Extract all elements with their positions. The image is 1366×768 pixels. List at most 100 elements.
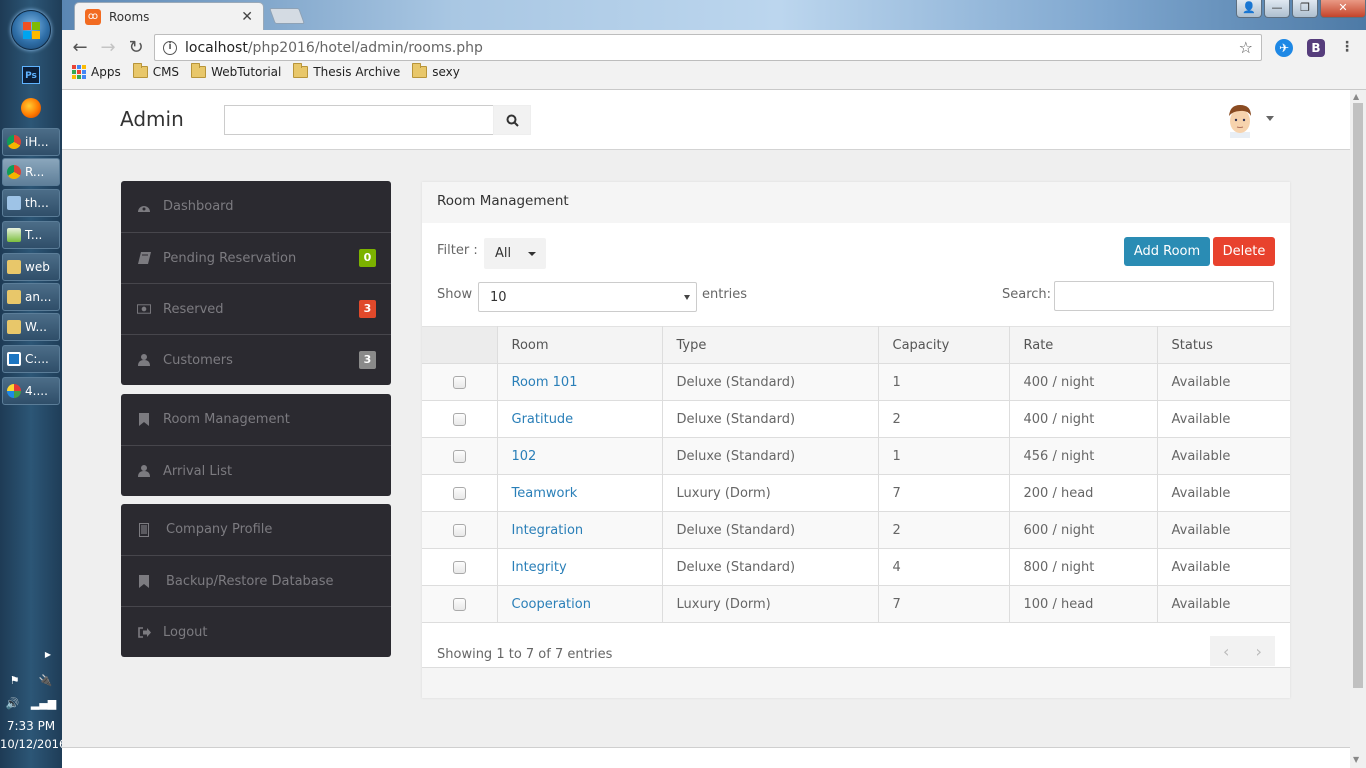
room-rate: 400 / night [1008,363,1158,401]
chrome-menu-icon[interactable]: ⋮ [1338,39,1356,57]
column-header-room[interactable]: Room [496,326,663,364]
room-type: Deluxe (Standard) [661,548,879,586]
close-tab-icon[interactable]: ✕ [241,9,253,25]
bookmark-star-icon[interactable]: ☆ [1239,38,1253,57]
room-link[interactable]: Teamwork [512,486,578,501]
app-icon [7,228,21,242]
table-row: Cooperation Luxury (Dorm) 7 100 / head A… [422,585,1290,623]
bookmarks-bar: Apps CMS WebTutorial Thesis Archive sexy [72,63,460,79]
sidebar-item-arrival-list[interactable]: Arrival List [121,445,391,496]
taskbar-task[interactable]: T... [2,221,60,249]
bookmark-sexy[interactable]: sexy [412,63,460,79]
row-checkbox[interactable] [452,560,466,574]
reserved-count-badge: 3 [359,300,376,318]
task-label: T... [25,228,43,242]
column-header-type[interactable]: Type [661,326,879,364]
profile-icon[interactable]: 👤 [1236,0,1262,18]
start-button[interactable] [11,10,51,50]
column-header-capacity[interactable]: Capacity [877,326,1010,364]
sidebar-item-reserved[interactable]: Reserved 3 [121,283,391,334]
show-hidden-icons-button[interactable]: ▶ [44,650,52,659]
taskbar-task[interactable]: an... [2,283,60,311]
restore-button[interactable]: ❐ [1292,0,1318,18]
row-checkbox[interactable] [452,375,466,389]
folder-icon [293,63,309,78]
close-window-button[interactable]: ✕ [1320,0,1366,18]
clock-date[interactable]: 10/12/2016 [0,737,66,751]
reload-button[interactable]: ↻ [124,37,148,58]
bootstrap-extension-icon[interactable]: B [1307,39,1325,57]
bookmark-thesis-archive[interactable]: Thesis Archive [293,63,400,79]
table-search-input[interactable] [1054,281,1274,311]
sidebar-item-company-profile[interactable]: Company Profile [121,504,391,555]
user-avatar[interactable] [1224,102,1256,138]
photoshop-icon[interactable]: Ps [22,66,40,84]
browser-tab[interactable]: ꝏ Rooms ✕ [74,2,264,30]
sidebar-item-room-management[interactable]: Room Management [121,394,391,445]
taskbar-task[interactable]: R... [2,158,60,186]
delete-button[interactable]: Delete [1213,237,1275,266]
room-status: Available [1156,548,1290,586]
user-menu-caret-icon[interactable] [1266,116,1274,121]
sidebar-item-backup-restore[interactable]: Backup/Restore Database [121,555,391,606]
next-page-button[interactable]: › [1256,642,1262,661]
entries-per-page-select[interactable]: 10 [478,282,697,312]
taskbar-task[interactable]: W... [2,313,60,341]
room-capacity: 7 [877,585,1010,623]
room-status: Available [1156,474,1290,512]
page-scrollbar[interactable]: ▲ ▼ [1350,90,1366,768]
column-header-select[interactable] [422,326,498,364]
sidebar-item-pending-reservation[interactable]: Pending Reservation 0 [121,232,391,283]
firefox-icon[interactable] [21,98,41,118]
back-button[interactable]: ← [68,37,92,58]
brand-title[interactable]: Admin [120,107,184,131]
sidebar-item-logout[interactable]: Logout [121,606,391,657]
forward-button[interactable]: → [96,37,120,58]
clock-time[interactable]: 7:33 PM [0,719,62,733]
row-checkbox[interactable] [452,412,466,426]
taskbar-task[interactable]: th... [2,189,60,217]
room-link[interactable]: Cooperation [512,597,591,612]
row-checkbox[interactable] [452,449,466,463]
column-header-status[interactable]: Status [1156,326,1290,364]
column-header-rate[interactable]: Rate [1008,326,1158,364]
scroll-down-icon[interactable]: ▼ [1353,755,1359,764]
bookmark-cms[interactable]: CMS [132,63,179,79]
sidebar-item-dashboard[interactable]: Dashboard [121,181,391,232]
taskbar-task[interactable]: web [2,253,60,281]
signal-icon[interactable]: ▂▄▆ [31,697,56,710]
row-checkbox[interactable] [452,486,466,500]
address-bar[interactable]: i localhost/php2016/hotel/admin/rooms.ph… [154,34,1262,61]
room-link[interactable]: Integrity [512,560,567,575]
header-search-button[interactable] [493,105,531,135]
previous-page-button[interactable]: ‹ [1223,642,1229,661]
room-status: Available [1156,400,1290,438]
room-link[interactable]: Room 101 [512,375,578,390]
minimize-button[interactable]: — [1264,0,1290,18]
bookmark-apps[interactable]: Apps [72,65,121,79]
xampp-favicon-icon: ꝏ [85,8,101,25]
task-label: th... [25,196,49,210]
taskbar-task[interactable]: 4.... [2,377,60,405]
sidebar-item-label: Reserved [163,301,224,317]
scrollbar-thumb[interactable] [1353,103,1363,688]
messenger-extension-icon[interactable]: ✈ [1275,39,1293,57]
power-icon[interactable]: 🔌 [39,674,53,687]
sidebar-item-customers[interactable]: Customers 3 [121,334,391,385]
row-checkbox[interactable] [452,523,466,537]
filter-dropdown[interactable]: All [484,238,546,269]
room-link[interactable]: 102 [512,449,537,464]
action-center-icon[interactable]: ⚑ [10,674,20,687]
new-tab-button[interactable] [269,8,305,24]
volume-icon[interactable]: 🔊 [6,697,20,710]
taskbar-task[interactable]: iH... [2,128,60,156]
info-icon[interactable]: i [163,40,177,55]
add-room-button[interactable]: Add Room [1124,237,1210,266]
room-link[interactable]: Integration [512,523,584,538]
bookmark-webtutorial[interactable]: WebTutorial [191,63,281,79]
header-search-input[interactable] [224,105,494,135]
room-link[interactable]: Gratitude [512,412,574,427]
taskbar-task[interactable]: C:... [2,345,60,373]
row-checkbox[interactable] [452,597,466,611]
scroll-up-icon[interactable]: ▲ [1353,92,1359,101]
